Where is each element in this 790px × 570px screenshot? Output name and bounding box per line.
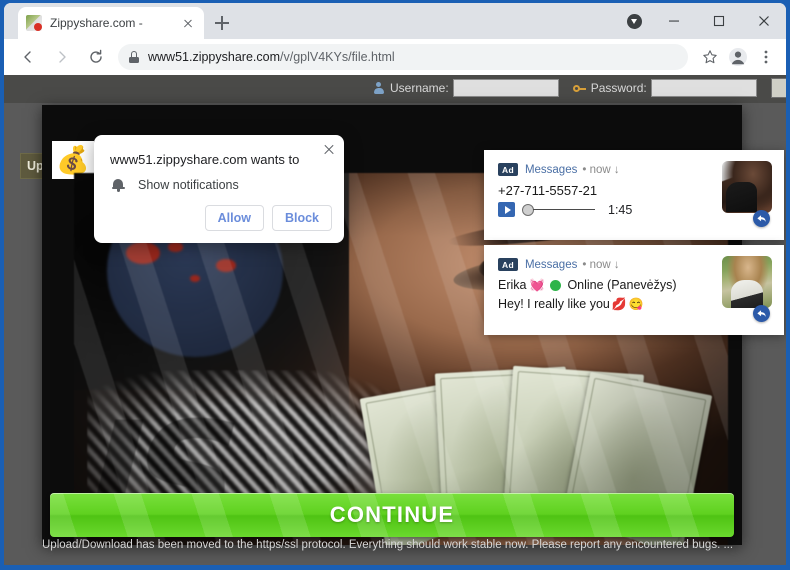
lips-emoji-icon: 💋: [611, 297, 627, 311]
notification-title: Erika 💓 Online (Panevėžys): [498, 278, 677, 292]
zippyshare-favicon-icon: [26, 15, 42, 31]
close-window-button[interactable]: [741, 3, 786, 39]
ad-badge: Ad: [498, 163, 518, 176]
username-input[interactable]: [452, 79, 559, 97]
password-input[interactable]: [650, 79, 757, 97]
dialog-title: www51.zippyshare.com wants to: [110, 152, 300, 167]
notification-meta: • now ↓: [582, 258, 620, 271]
username-label: Username:: [390, 81, 449, 95]
bell-icon: [110, 177, 126, 193]
address-bar[interactable]: www51.zippyshare.com/v/gplV4KYs/file.htm…: [118, 44, 688, 70]
star-icon[interactable]: [696, 43, 724, 71]
url-host: www51.zippyshare.com: [148, 50, 280, 64]
contact-status: Online (Panevėžys): [567, 278, 677, 292]
notification-permission-dialog: www51.zippyshare.com wants to Show notif…: [94, 135, 344, 243]
dialog-actions: Allow Block: [204, 205, 332, 231]
wink-emoji-icon: 😋: [628, 297, 644, 311]
reply-arrow-icon[interactable]: [753, 210, 770, 227]
page-viewport: Username: Password: Up 💰 IS CONTINUE Upl…: [4, 75, 786, 565]
slider-track[interactable]: [533, 208, 595, 211]
notification-source: Messages: [524, 163, 578, 176]
notification-meta: • now ↓: [582, 163, 620, 176]
push-notification-ad-2[interactable]: Ad Messages • now ↓ Erika 💓 Online (Pane…: [484, 245, 784, 335]
notification-header: Ad Messages • now ↓: [498, 163, 620, 176]
notification-message: Hey! I really like you 💋 😋: [498, 297, 644, 311]
reload-button[interactable]: [82, 43, 110, 71]
browser-window: Zippyshare.com - www51.zippyshare.com/v/…: [4, 3, 786, 565]
ad-badge: Ad: [498, 258, 518, 271]
notification-header: Ad Messages • now ↓: [498, 258, 620, 271]
continue-button[interactable]: CONTINUE: [50, 493, 734, 537]
login-area: Username: Password:: [372, 78, 786, 98]
browser-tab[interactable]: Zippyshare.com -: [18, 7, 204, 39]
maximize-button[interactable]: [696, 3, 741, 39]
avatar-icon[interactable]: [724, 43, 752, 71]
forward-button[interactable]: [48, 43, 76, 71]
reply-arrow-icon[interactable]: [753, 305, 770, 322]
url-path: /v/gplV4KYs/file.html: [280, 50, 395, 64]
block-button[interactable]: Block: [271, 205, 332, 231]
play-icon[interactable]: [498, 202, 515, 217]
user-icon: [372, 81, 385, 95]
push-notification-ad-1[interactable]: Ad Messages • now ↓ +27-711-5557-21 1:45: [484, 150, 784, 240]
permission-row: Show notifications: [110, 177, 239, 193]
message-text: Hey! I really like you: [498, 297, 610, 311]
key-icon: [572, 82, 586, 95]
minimize-button[interactable]: [651, 3, 696, 39]
notification-thumbnail[interactable]: [722, 256, 772, 308]
lock-icon: [128, 51, 140, 63]
window-controls: [621, 3, 786, 39]
back-button[interactable]: [14, 43, 42, 71]
audio-slider[interactable]: [522, 203, 595, 216]
new-tab-button[interactable]: [210, 11, 234, 35]
notification-thumbnail[interactable]: [722, 161, 772, 213]
online-status-dot: [550, 279, 562, 291]
tab-close-icon[interactable]: [180, 15, 196, 31]
notification-title: +27-711-5557-21: [498, 183, 598, 198]
audio-duration: 1:45: [608, 202, 633, 217]
browser-toolbar: www51.zippyshare.com/v/gplV4KYs/file.htm…: [4, 39, 786, 75]
tab-strip: Zippyshare.com -: [4, 3, 786, 39]
password-label: Password:: [590, 81, 647, 95]
heart-emoji-icon: 💓: [529, 278, 545, 292]
continue-button-label: CONTINUE: [329, 502, 455, 527]
permission-label: Show notifications: [138, 178, 239, 192]
footer-note: Upload/Download has been moved to the ht…: [42, 539, 734, 551]
dark-circle-heart-icon[interactable]: [621, 3, 647, 39]
notification-source: Messages: [524, 258, 578, 271]
tab-title: Zippyshare.com -: [50, 16, 143, 30]
allow-button[interactable]: Allow: [204, 205, 264, 231]
login-button[interactable]: [770, 78, 786, 98]
kebab-menu-icon[interactable]: [752, 43, 780, 71]
contact-name: Erika: [498, 278, 527, 292]
dialog-close-icon[interactable]: [322, 142, 336, 156]
audio-player[interactable]: 1:45: [498, 202, 632, 217]
